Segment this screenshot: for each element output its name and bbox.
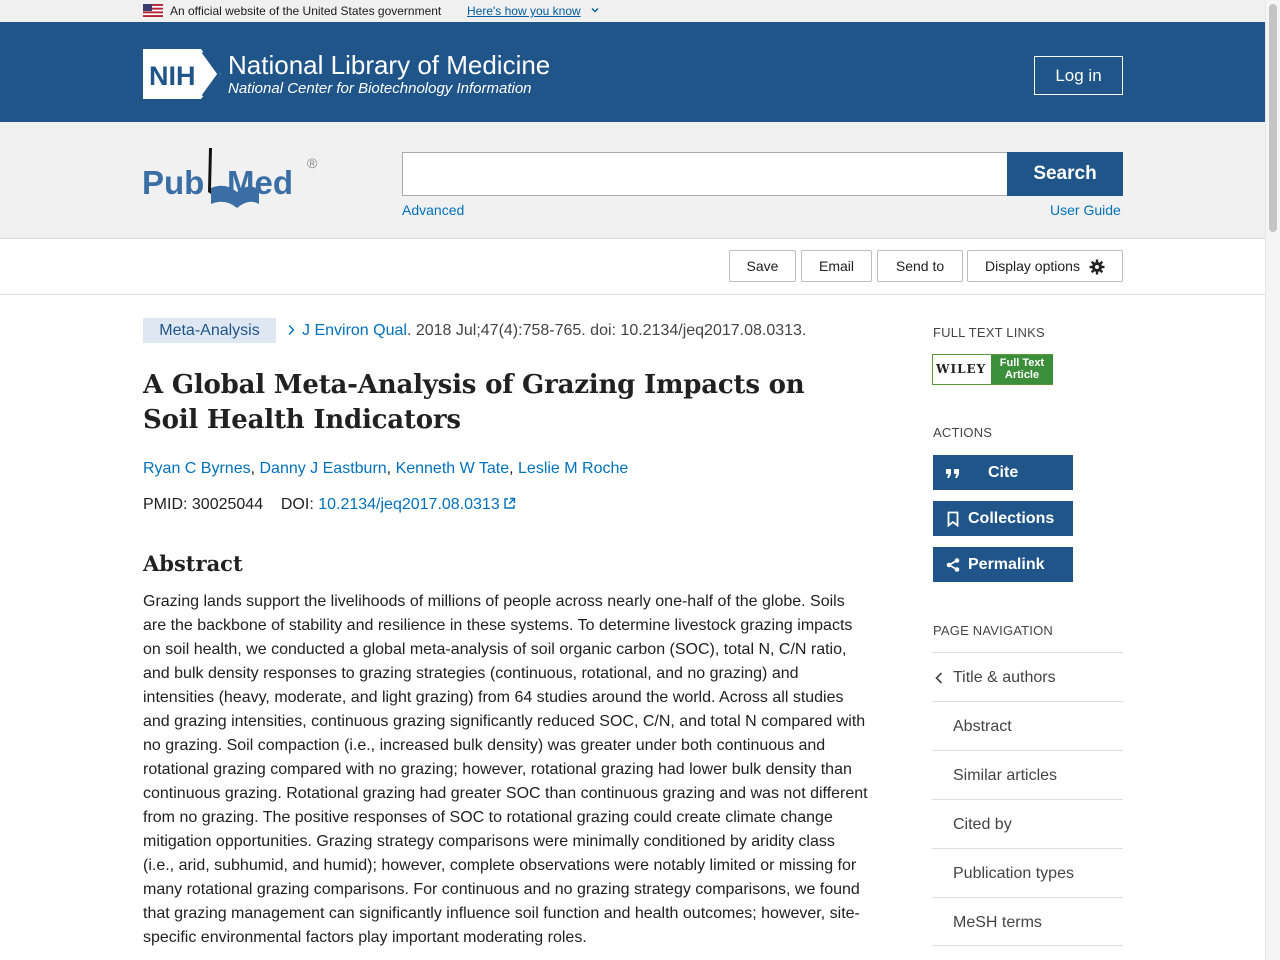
pubmed-logo[interactable]: Pub Med ®	[141, 146, 327, 210]
permalink-button[interactable]: Permalink	[933, 547, 1073, 582]
wiley-full-text-link[interactable]: WILEY Full Text Article	[932, 354, 1053, 385]
gov-banner-text: An official website of the United States…	[170, 4, 442, 18]
display-options-button[interactable]: Display options	[967, 250, 1123, 282]
cite-label: Cite	[988, 464, 1019, 481]
bookmark-icon	[947, 511, 959, 527]
permalink-label: Permalink	[968, 556, 1045, 573]
nlm-header: NIH National Library of Medicine Nationa…	[0, 22, 1265, 122]
page-navigation-heading: PAGE NAVIGATION	[933, 623, 1054, 638]
article-actions-bar: Save Email Send to Display options	[0, 239, 1265, 295]
author-separator: ,	[386, 460, 396, 477]
search-button[interactable]: Search	[1007, 152, 1123, 196]
article-identifiers: PMID: 30025044 DOI: 10.2134/jeq2017.08.0…	[143, 496, 516, 514]
journal-citation: J Environ Qual. 2018 Jul;47(4):758-765. …	[302, 322, 806, 340]
nav-item-title-authors[interactable]: Title & authors	[932, 652, 1123, 701]
search-input[interactable]	[402, 152, 1008, 196]
nav-item-mesh-terms[interactable]: MeSH terms	[932, 897, 1123, 946]
nih-mark: NIH	[149, 61, 196, 91]
pmid-value: 30025044	[191, 496, 264, 513]
external-link-icon	[504, 497, 515, 509]
doi-link[interactable]: 10.2134/jeq2017.08.0313	[318, 496, 516, 513]
pubmed-logo-registered: ®	[307, 155, 318, 171]
us-flag-icon	[143, 4, 163, 17]
save-button[interactable]: Save	[729, 250, 796, 282]
chevron-left-icon	[935, 672, 943, 684]
abstract-heading: Abstract	[143, 551, 243, 576]
wiley-line-2: Article	[1004, 369, 1040, 381]
nav-item-label: Similar articles	[953, 767, 1058, 784]
doi-label: DOI:	[280, 496, 314, 513]
display-options-label: Display options	[985, 258, 1080, 274]
nav-item-similar-articles[interactable]: Similar articles	[932, 750, 1123, 799]
wiley-logo: WILEY	[936, 362, 987, 376]
nlm-title[interactable]: National Library of Medicine	[228, 50, 550, 81]
full-text-links-heading: FULL TEXT LINKS	[933, 325, 1045, 340]
advanced-search-link[interactable]: Advanced	[402, 202, 464, 218]
actions-heading: ACTIONS	[933, 425, 993, 440]
author-link[interactable]: Leslie M Roche	[518, 460, 628, 477]
page-navigation-list: Title & authors Abstract Similar article…	[932, 652, 1123, 946]
chevron-right-icon	[288, 325, 295, 335]
nav-item-label: Publication types	[953, 865, 1074, 882]
pmid-label: PMID:	[143, 496, 188, 513]
author-link[interactable]: Danny J Eastburn	[259, 460, 386, 477]
publication-type-badge: Meta-Analysis	[143, 318, 276, 343]
pubmed-logo-med: Med	[227, 164, 293, 201]
login-button[interactable]: Log in	[1034, 56, 1123, 95]
nav-item-abstract[interactable]: Abstract	[932, 701, 1123, 750]
nav-item-label: Abstract	[953, 718, 1012, 735]
search-area: Pub Med ® Search Advanced User Guide	[0, 122, 1265, 239]
citation-details: . 2018 Jul;47(4):758-765. doi: 10.2134/j…	[406, 322, 807, 339]
journal-link[interactable]: J Environ Qual	[302, 322, 407, 339]
nav-item-label: Title & authors	[953, 669, 1056, 686]
author-separator: ,	[509, 460, 519, 477]
abstract-text: Grazing lands support the livelihoods of…	[143, 593, 868, 946]
user-guide-link[interactable]: User Guide	[1050, 202, 1121, 218]
gov-banner: An official website of the United States…	[0, 0, 1265, 22]
collections-label: Collections	[968, 510, 1055, 527]
ncbi-subtitle: National Center for Biotechnology Inform…	[228, 80, 532, 97]
author-link[interactable]: Kenneth W Tate	[396, 460, 510, 477]
gear-icon	[1089, 259, 1105, 275]
wiley-line-1: Full Text	[999, 357, 1045, 369]
page-scrollbar[interactable]	[1265, 0, 1280, 960]
author-list: Ryan C Byrnes, Danny J Eastburn, Kenneth…	[143, 460, 628, 478]
article-title: A Global Meta-Analysis of Grazing Impact…	[143, 370, 805, 435]
chevron-down-icon[interactable]	[590, 5, 600, 15]
author-link[interactable]: Ryan C Byrnes	[143, 460, 251, 477]
email-button[interactable]: Email	[801, 250, 872, 282]
scrollbar-thumb[interactable]	[1269, 4, 1277, 232]
nav-item-label: MeSH terms	[953, 914, 1042, 931]
nih-logo[interactable]: NIH	[143, 49, 221, 99]
share-icon	[946, 558, 960, 572]
pubmed-logo-pub: Pub	[142, 164, 204, 201]
cite-button[interactable]: Cite	[933, 455, 1073, 490]
wiley-full-text-label: Full Text Article	[991, 355, 1053, 384]
send-to-button[interactable]: Send to	[877, 250, 963, 282]
heres-how-you-know-link[interactable]: Here's how you know	[467, 4, 581, 18]
nav-item-publication-types[interactable]: Publication types	[932, 848, 1123, 897]
nav-item-label: Cited by	[953, 816, 1012, 833]
doi-value: 10.2134/jeq2017.08.0313	[318, 496, 500, 513]
quote-icon	[946, 469, 959, 478]
nav-item-cited-by[interactable]: Cited by	[932, 799, 1123, 848]
collections-button[interactable]: Collections	[933, 501, 1073, 536]
